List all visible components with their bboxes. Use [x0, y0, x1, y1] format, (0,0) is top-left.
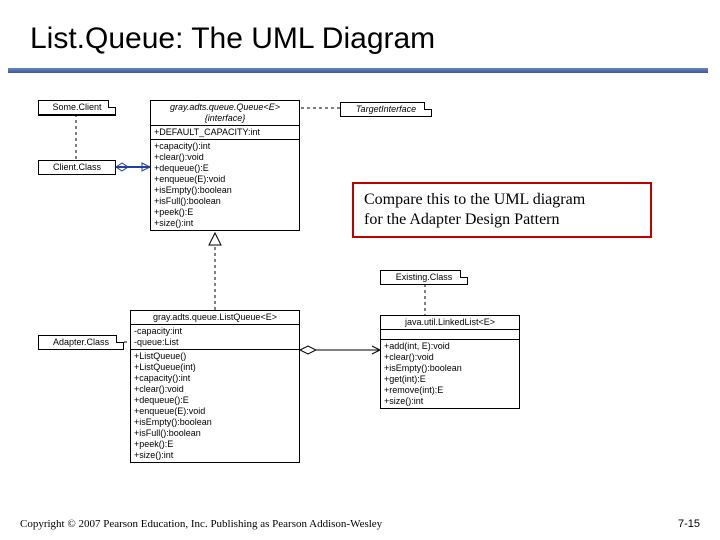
uml-header-line2: {interface} — [205, 113, 246, 123]
uml-op: +clear():void — [134, 384, 296, 395]
uml-op: +isEmpty():boolean — [384, 363, 516, 374]
uml-header: gray.adts.queue.ListQueue<E> — [131, 311, 299, 325]
uml-header: Some.Client — [39, 101, 115, 115]
uml-existing-class: Existing.Class — [380, 270, 468, 285]
uml-op: +enqueue(E):void — [134, 406, 296, 417]
uml-op: +isFull():boolean — [134, 428, 296, 439]
uml-target-interface: TargetInterface — [340, 102, 432, 117]
uml-op: +clear():void — [384, 352, 516, 363]
footer-copyright: Copyright © 2007 Pearson Education, Inc.… — [20, 518, 382, 530]
uml-attrs: -capacity:int -queue:List — [131, 325, 299, 350]
uml-ops: +capacity():int +clear():void +dequeue()… — [151, 140, 299, 230]
slide-title: List.Queue: The UML Diagram — [30, 22, 435, 56]
uml-ops: +ListQueue() +ListQueue(int) +capacity()… — [131, 350, 299, 462]
uml-ops: +add(int, E):void +clear():void +isEmpty… — [381, 340, 519, 408]
uml-op: +add(int, E):void — [384, 341, 516, 352]
uml-attrs-empty — [381, 330, 519, 340]
slide-root: List.Queue: The UML Diagram Some.Client … — [0, 0, 720, 540]
uml-attr: -queue:List — [134, 337, 296, 348]
page-number: 7-15 — [678, 518, 700, 530]
uml-op: +enqueue(E):void — [154, 174, 296, 185]
uml-queue-interface: gray.adts.queue.Queue<E> {interface} +DE… — [150, 100, 300, 231]
note-fold-icon — [108, 100, 116, 108]
uml-op: +isEmpty():boolean — [134, 417, 296, 428]
uml-op: +peek():E — [154, 207, 296, 218]
uml-header-line1: gray.adts.queue.Queue<E> — [170, 102, 280, 112]
uml-some-client: Some.Client — [38, 100, 116, 116]
uml-attr: -capacity:int — [134, 326, 296, 337]
uml-linked-list: java.util.LinkedList<E> +add(int, E):voi… — [380, 315, 520, 409]
uml-list-queue: gray.adts.queue.ListQueue<E> -capacity:i… — [130, 310, 300, 463]
uml-op: +isEmpty():boolean — [154, 185, 296, 196]
callout-line: for the Adapter Design Pattern — [364, 210, 640, 230]
uml-client-class: Client.Class — [38, 160, 116, 175]
uml-connectors — [30, 100, 690, 485]
title-underline — [8, 68, 708, 73]
uml-diagram: Some.Client Client.Class gray.adts.queue… — [30, 100, 690, 485]
uml-header: Existing.Class — [381, 271, 467, 284]
uml-op: +isFull():boolean — [154, 196, 296, 207]
uml-op: +size():int — [154, 218, 296, 229]
note-fold-icon — [116, 335, 124, 343]
callout-line: Compare this to the UML diagram — [364, 190, 640, 210]
callout-box: Compare this to the UML diagram for the … — [352, 182, 652, 238]
uml-op: +dequeue():E — [134, 395, 296, 406]
uml-op: +dequeue():E — [154, 163, 296, 174]
note-fold-icon — [460, 270, 468, 278]
uml-adapter-class: Adapter.Class — [38, 335, 124, 350]
uml-op: +clear():void — [154, 152, 296, 163]
uml-op: +size():int — [134, 450, 296, 461]
note-fold-icon — [424, 102, 432, 110]
uml-header: java.util.LinkedList<E> — [381, 316, 519, 330]
uml-op: +ListQueue() — [134, 351, 296, 362]
uml-attrs: +DEFAULT_CAPACITY:int — [151, 126, 299, 140]
uml-op: +peek():E — [134, 439, 296, 450]
uml-op: +capacity():int — [154, 141, 296, 152]
uml-op: +get(int):E — [384, 374, 516, 385]
uml-op: +remove(int):E — [384, 385, 516, 396]
uml-header: gray.adts.queue.Queue<E> {interface} — [151, 101, 299, 126]
uml-header: Adapter.Class — [39, 336, 123, 349]
uml-header: Client.Class — [39, 161, 115, 174]
uml-op: +size():int — [384, 396, 516, 407]
uml-op: +ListQueue(int) — [134, 362, 296, 373]
uml-op: +capacity():int — [134, 373, 296, 384]
uml-header: TargetInterface — [341, 103, 431, 116]
